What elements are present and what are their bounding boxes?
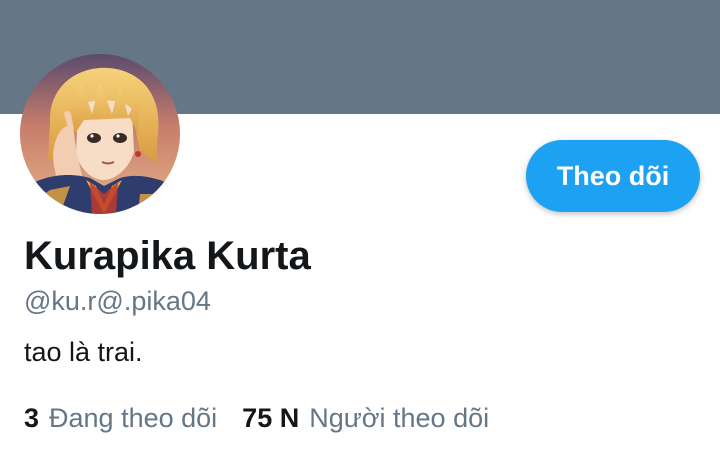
followers-stat[interactable]: 75 N Người theo dõi	[242, 403, 489, 434]
follow-button[interactable]: Theo dõi	[526, 140, 700, 212]
profile-header: Theo dõi Kurapika Kurta @ku.r@.pika04 ta…	[0, 0, 720, 454]
profile-stats: 3 Đang theo dõi 75 N Người theo dõi	[24, 403, 489, 434]
followers-count: 75 N	[242, 403, 300, 433]
followers-label: Người theo dõi	[309, 403, 490, 433]
avatar[interactable]	[20, 54, 180, 214]
display-name: Kurapika Kurta	[24, 234, 311, 278]
following-label: Đang theo dõi	[49, 403, 218, 433]
avatar-image	[20, 54, 180, 214]
user-handle: @ku.r@.pika04	[24, 286, 211, 316]
following-stat[interactable]: 3 Đang theo dõi	[24, 403, 217, 434]
profile-bio: tao là trai.	[24, 337, 143, 367]
following-count: 3	[24, 403, 40, 433]
